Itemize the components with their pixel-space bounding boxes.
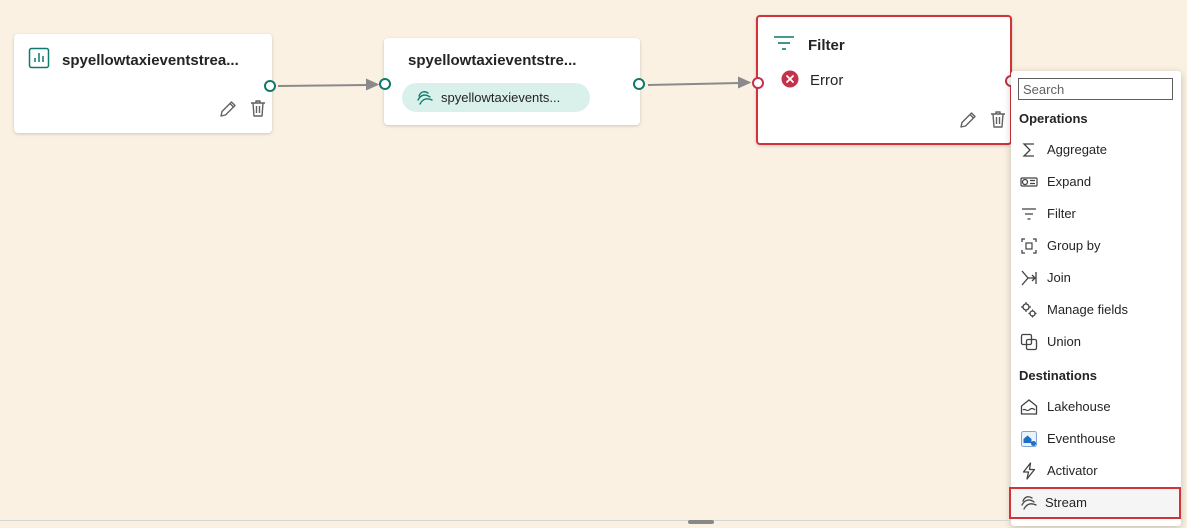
- menu-item-lakehouse[interactable]: Lakehouse: [1011, 391, 1181, 423]
- operations-header: Operations: [1019, 111, 1088, 126]
- stream-icon: [417, 91, 433, 105]
- menu-item-eventhouse[interactable]: Eventhouse: [1011, 423, 1181, 455]
- group-by-icon: [1021, 238, 1037, 254]
- filter-error-text: Error: [810, 72, 844, 89]
- trash-icon[interactable]: [248, 98, 268, 118]
- search-input[interactable]: [1018, 78, 1173, 100]
- trash-icon[interactable]: [988, 109, 1008, 129]
- menu-item-expand[interactable]: Expand: [1011, 166, 1181, 198]
- filter-node[interactable]: Filter Error: [752, 15, 1017, 145]
- filter-icon: [774, 36, 794, 50]
- menu-item-manage-fields[interactable]: Manage fields: [1011, 294, 1181, 326]
- source-output-port[interactable]: [264, 80, 276, 92]
- add-operation-menu: Operations Aggregate Expand Filter Group…: [1009, 71, 1181, 526]
- menu-item-group-by[interactable]: Group by: [1011, 230, 1181, 262]
- source-node-title: spyellowtaxieventstrea...: [62, 52, 239, 69]
- stream-input-port[interactable]: [379, 78, 391, 90]
- sigma-icon: [1022, 143, 1034, 157]
- stream-chip-label: spyellowtaxievents...: [441, 90, 561, 105]
- lakehouse-icon: [1020, 399, 1038, 415]
- source-node[interactable]: spyellowtaxieventstrea...: [14, 34, 276, 133]
- menu-item-activator[interactable]: Activator: [1011, 455, 1181, 487]
- menu-item-union[interactable]: Union: [1011, 326, 1181, 358]
- gears-icon: [1021, 302, 1037, 318]
- destinations-header: Destinations: [1019, 368, 1098, 383]
- filter-node-title: Filter: [808, 37, 845, 54]
- stream-node-title: spyellowtaxieventstre...: [408, 52, 577, 69]
- lightning-icon: [1022, 462, 1036, 480]
- menu-item-filter[interactable]: Filter: [1011, 198, 1181, 230]
- union-icon: [1020, 333, 1038, 351]
- stream-icon: [1021, 496, 1037, 510]
- stream-chip[interactable]: spyellowtaxievents...: [402, 83, 590, 112]
- filter-input-port[interactable]: [752, 77, 764, 89]
- menu-item-stream[interactable]: Stream: [1009, 487, 1181, 519]
- join-icon: [1021, 270, 1037, 286]
- canvas-bottom-border: [0, 520, 1010, 521]
- expand-icon: [1020, 177, 1038, 187]
- resize-handle[interactable]: [688, 520, 714, 524]
- error-icon: [781, 70, 799, 88]
- connector-stream-to-filter: [647, 76, 752, 89]
- stream-node[interactable]: spyellowtaxieventstre... spyellowtaxieve…: [379, 38, 645, 125]
- pencil-icon[interactable]: [958, 110, 978, 130]
- chart-icon: [28, 47, 50, 69]
- menu-item-join[interactable]: Join: [1011, 262, 1181, 294]
- stream-output-port[interactable]: [633, 78, 645, 90]
- menu-item-aggregate[interactable]: Aggregate: [1011, 134, 1181, 166]
- connector-source-to-stream: [277, 78, 380, 91]
- pencil-icon[interactable]: [218, 99, 238, 119]
- eventhouse-icon: [1021, 431, 1037, 447]
- filter-icon: [1022, 208, 1036, 220]
